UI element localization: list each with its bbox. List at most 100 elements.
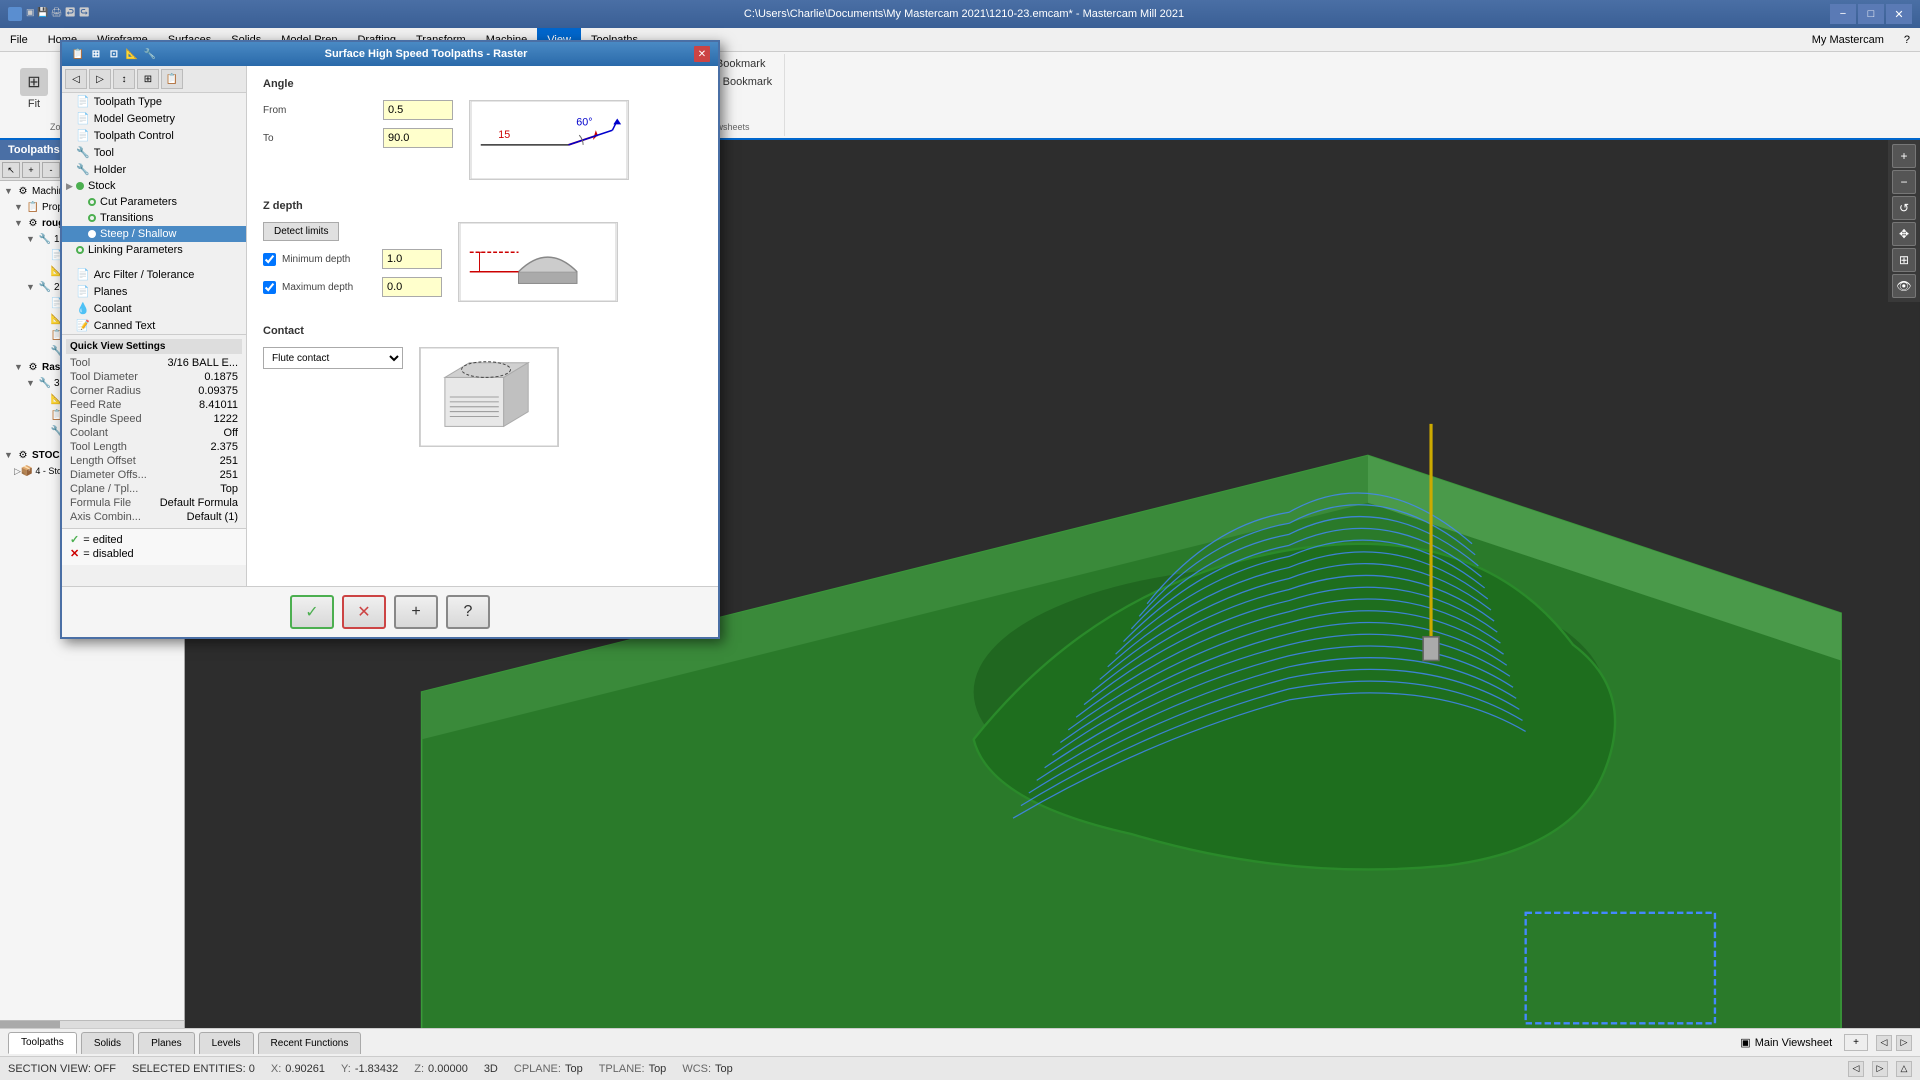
angle-to-input[interactable] — [383, 128, 453, 148]
qv-row-cplane: Cplane / Tpl... Top — [66, 482, 242, 496]
toolbar-collapse-btn[interactable]: ▷ — [1896, 1035, 1912, 1051]
viewport-fit[interactable]: ⊞ — [1892, 248, 1916, 272]
dlg-toolbar-btn-4[interactable]: ⊞ — [137, 69, 159, 89]
tab-levels[interactable]: Levels — [199, 1032, 254, 1054]
menu-my-mastercam[interactable]: My Mastercam — [1802, 28, 1894, 51]
main-viewsheet-label: Main Viewsheet — [1755, 1037, 1832, 1049]
dialog-close-button[interactable]: ✕ — [694, 46, 710, 62]
max-depth-input[interactable] — [382, 277, 442, 297]
qv-row-corner: Corner Radius 0.09375 — [66, 384, 242, 398]
fit-icon: ⊞ — [20, 68, 48, 96]
bottom-toolbar: Toolpaths Solids Planes Levels Recent Fu… — [0, 1028, 1920, 1056]
x-label: X: — [271, 1063, 281, 1075]
horizontal-scrollbar[interactable] — [0, 1020, 184, 1028]
tab-recent-functions[interactable]: Recent Functions — [258, 1032, 362, 1054]
dlg-tree-holder[interactable]: 🔧 Holder — [62, 161, 246, 178]
section-view-status: SECTION VIEW: OFF — [8, 1063, 116, 1075]
dlg-tree-linking[interactable]: Linking Parameters — [62, 242, 246, 258]
dlg-tree-transitions[interactable]: Transitions — [62, 210, 246, 226]
qv-diameter-value: 0.1875 — [204, 371, 238, 383]
zdepth-diagram-svg — [458, 222, 618, 302]
cancel-button[interactable]: ✕ — [342, 595, 386, 629]
max-depth-checkbox[interactable] — [263, 281, 276, 294]
dlg-tree-cut-params[interactable]: Cut Parameters — [62, 194, 246, 210]
selected-entities-status: SELECTED ENTITIES: 0 — [132, 1063, 255, 1075]
dlg-tree-stock[interactable]: ▶ Stock — [62, 178, 246, 194]
tab-toolpaths[interactable]: Toolpaths — [8, 1032, 77, 1054]
qv-row-coolant: Coolant Off — [66, 426, 242, 440]
linking-label: Linking Parameters — [88, 244, 183, 256]
coolant-dlg-label: Coolant — [94, 303, 132, 315]
dlg-tree-steep-shallow[interactable]: Steep / Shallow — [62, 226, 246, 242]
viewport-rotate[interactable]: ↺ — [1892, 196, 1916, 220]
tp-toolbar-collapse[interactable]: - — [42, 162, 60, 178]
menu-file[interactable]: File — [0, 28, 38, 51]
add-button[interactable]: + — [394, 595, 438, 629]
min-depth-checkbox[interactable] — [263, 253, 276, 266]
status-nav-left[interactable]: ◁ — [1848, 1061, 1864, 1077]
tp-toolbar-expand[interactable]: + — [22, 162, 40, 178]
max-depth-label: Maximum depth — [282, 282, 382, 293]
dlg-toolbar-btn-3[interactable]: ↕ — [113, 69, 135, 89]
help-button[interactable]: ? — [446, 595, 490, 629]
tab-solids[interactable]: Solids — [81, 1032, 134, 1054]
dialog-title-bar[interactable]: 📋 ⊞ ⊡ 📐 🔧 Surface High Speed Toolpaths -… — [62, 42, 718, 66]
dlg-tree-toolpath-type[interactable]: 📄 Toolpath Type — [62, 93, 246, 110]
dlg-toolbar-btn-1[interactable]: ◁ — [65, 69, 87, 89]
min-depth-input[interactable] — [382, 249, 442, 269]
viewport-pan[interactable]: ✥ — [1892, 222, 1916, 246]
viewsheet-add-button[interactable]: + — [1844, 1034, 1868, 1051]
toolbar-expand-btn[interactable]: ◁ — [1876, 1035, 1892, 1051]
tab-planes[interactable]: Planes — [138, 1032, 195, 1054]
model-geom-icon: 📄 — [76, 112, 90, 125]
qv-spindle-label: Spindle Speed — [70, 413, 142, 425]
dlg-toolbar-btn-2[interactable]: ▷ — [89, 69, 111, 89]
qv-row-lenoffset: Length Offset 251 — [66, 454, 242, 468]
status-nav-up[interactable]: △ — [1896, 1061, 1912, 1077]
qv-formula-label: Formula File — [70, 497, 131, 509]
viewport-view[interactable]: 👁 — [1892, 274, 1916, 298]
viewport-zoom-in[interactable]: + — [1892, 144, 1916, 168]
window-close-button[interactable]: ✕ — [1886, 4, 1912, 24]
stock-child-icon: 📦 — [21, 464, 33, 478]
raster-icon: ⚙ — [26, 360, 40, 374]
roughing-icon: ⚙ — [26, 216, 40, 230]
tp-toolbar-select[interactable]: ↖ — [2, 162, 20, 178]
transitions-label: Transitions — [100, 212, 153, 224]
toolpath-type-label: Toolpath Type — [94, 96, 162, 108]
x-coordinate: X: 0.90261 — [271, 1063, 325, 1075]
detect-limits-button[interactable]: Detect limits — [263, 222, 339, 241]
fit-button[interactable]: ⊞ Fit — [12, 64, 56, 114]
dlg-tree-planes[interactable]: 📄 Planes — [62, 283, 246, 300]
stock-dot-icon — [76, 182, 84, 190]
toolpath-control-label: Toolpath Control — [94, 130, 174, 142]
angle-from-input[interactable] — [383, 100, 453, 120]
dlg-tree-tool[interactable]: 🔧 Tool — [62, 144, 246, 161]
scrollbar-thumb[interactable] — [0, 1021, 60, 1028]
maximize-button[interactable]: □ — [1858, 4, 1884, 24]
title-bar: ▣ 💾 🖨 ↩ ↪ C:\Users\Charlie\Documents\My … — [0, 0, 1920, 28]
qv-corner-value: 0.09375 — [198, 385, 238, 397]
qv-diameter-label: Tool Diameter — [70, 371, 138, 383]
status-nav-right[interactable]: ▷ — [1872, 1061, 1888, 1077]
dialog-left-toolbar: ◁ ▷ ↕ ⊞ 📋 — [62, 66, 246, 93]
dlg-tree-arc-filter[interactable]: 📄 Arc Filter / Tolerance — [62, 266, 246, 283]
z-coordinate: Z: 0.00000 — [414, 1063, 468, 1075]
qv-feedrate-label: Feed Rate — [70, 399, 121, 411]
viewport-zoom-out[interactable]: − — [1892, 170, 1916, 194]
angle-form: From To — [263, 100, 453, 156]
dlg-tree-toolpath-control[interactable]: 📄 Toolpath Control — [62, 127, 246, 144]
menu-help-icon[interactable]: ? — [1894, 28, 1920, 51]
dlg-toolbar-btn-5[interactable]: 📋 — [161, 69, 183, 89]
minimize-button[interactable]: − — [1830, 4, 1856, 24]
cplane-label: CPLANE: — [514, 1063, 561, 1075]
dialog-title-text: Surface High Speed Toolpaths - Raster — [325, 48, 528, 60]
dlg-tree-model-geometry[interactable]: 📄 Model Geometry — [62, 110, 246, 127]
surf2-icon: 🔧 — [38, 280, 52, 294]
contact-dropdown[interactable]: Flute contact Ball center Tool tip — [263, 347, 403, 369]
qv-cplane-label: Cplane / Tpl... — [70, 483, 138, 495]
ok-button[interactable]: ✓ — [290, 595, 334, 629]
dialog-left-panel: ◁ ▷ ↕ ⊞ 📋 📄 Toolpath Type 📄 Model Geomet… — [62, 66, 247, 586]
dlg-tree-canned-text[interactable]: 📝 Canned Text — [62, 317, 246, 334]
dlg-tree-coolant[interactable]: 💧 Coolant — [62, 300, 246, 317]
